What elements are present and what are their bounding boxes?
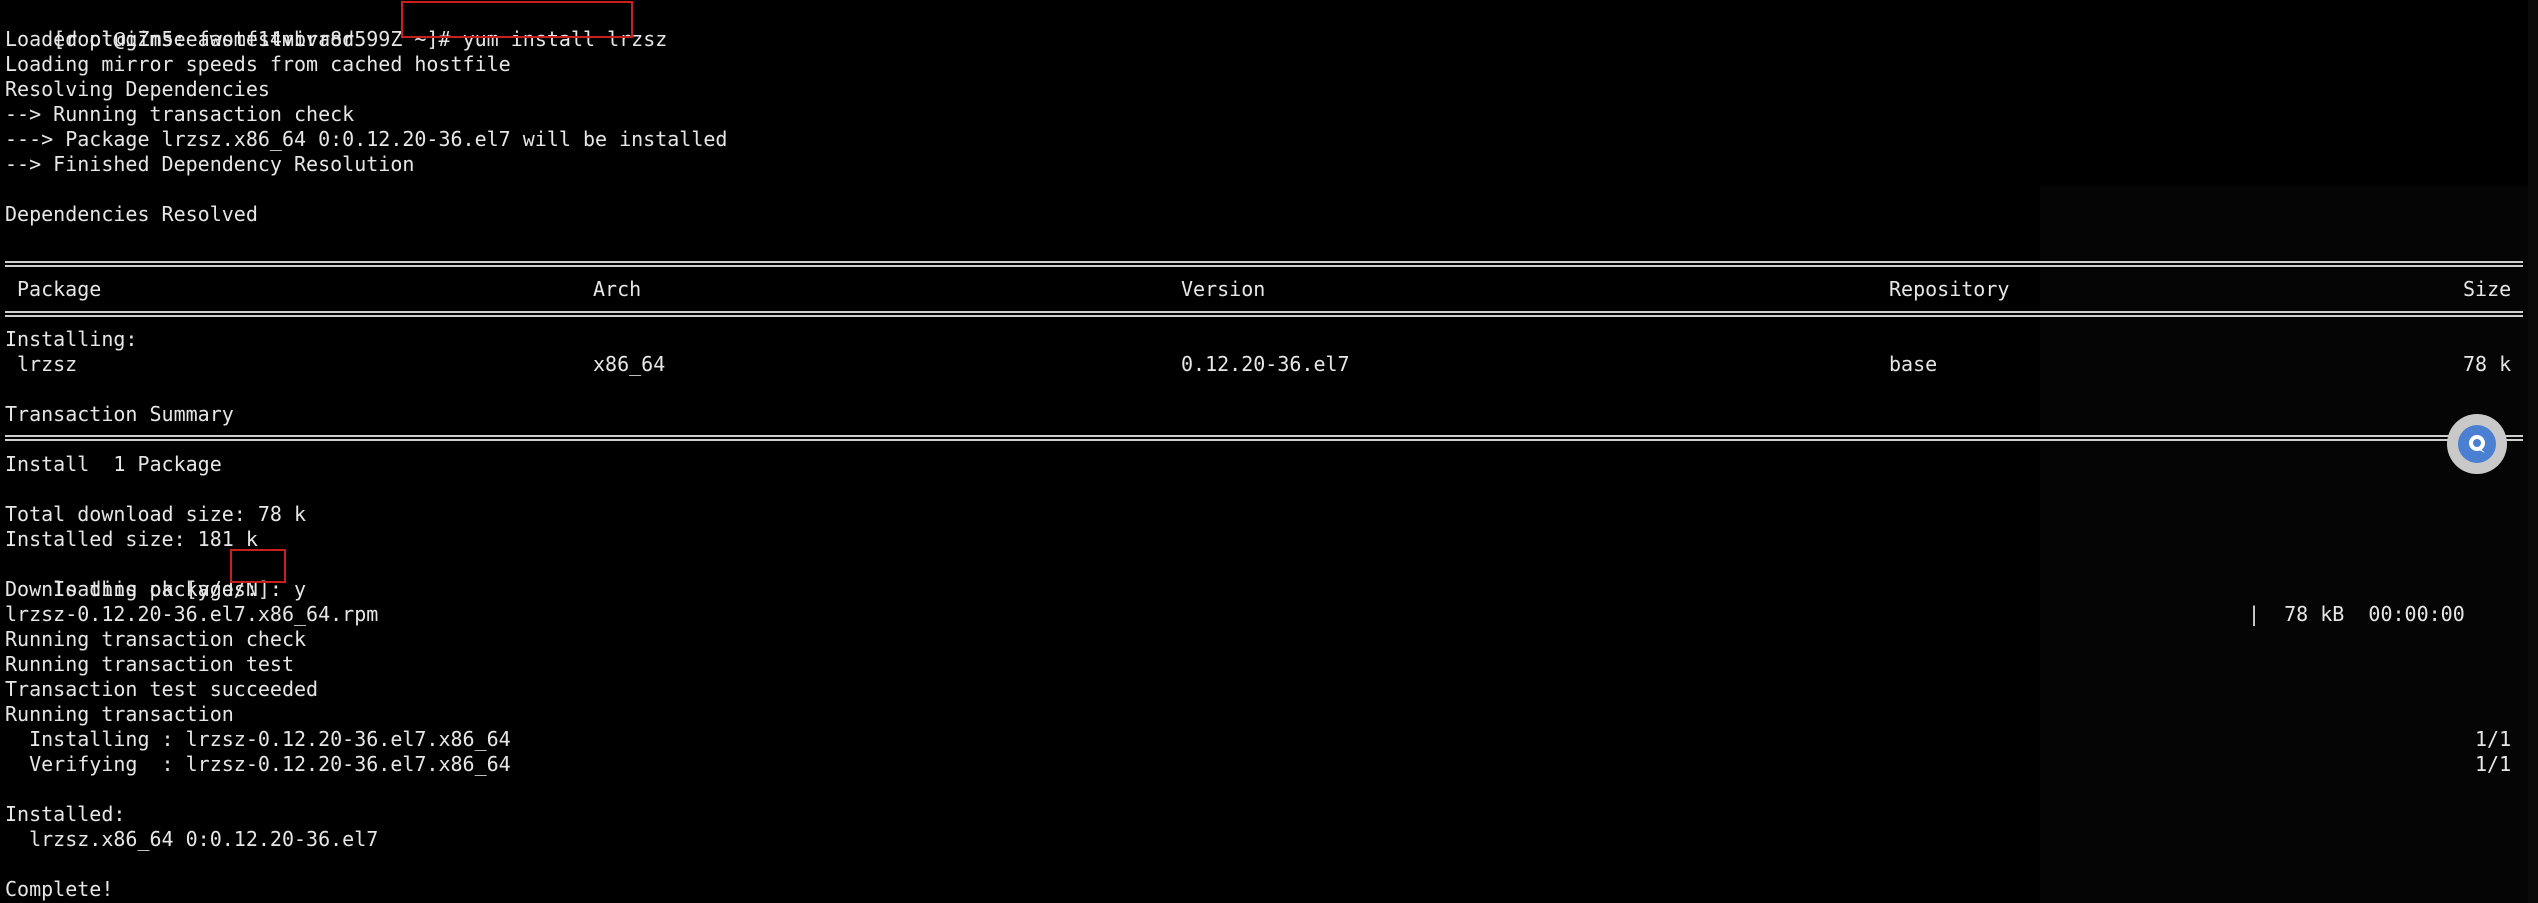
output-line: --> Running transaction check	[5, 102, 355, 126]
output-line: Resolving Dependencies	[5, 77, 270, 101]
step-verifying-count: 1/1	[2475, 752, 2512, 776]
step-verifying: Verifying : lrzsz-0.12.20-36.el7.x86_64	[5, 752, 511, 776]
output-line: Running transaction check	[5, 627, 307, 651]
installed-header: Installed:	[5, 802, 126, 826]
output-line: Loading mirror speeds from cached hostfi…	[5, 52, 511, 76]
output-line: Loaded plugins: fastestmirror	[5, 27, 355, 51]
table-cell-size: 78 k	[2463, 352, 2512, 376]
table-rule-header	[5, 311, 2523, 317]
output-line: Dependencies Resolved	[5, 202, 258, 226]
summary-title: Transaction Summary	[5, 402, 234, 426]
table-cell-package: lrzsz	[17, 352, 78, 376]
table-header-package: Package	[17, 277, 102, 301]
summary-download-size: Total download size: 78 k	[5, 502, 307, 526]
step-installing: Installing : lrzsz-0.12.20-36.el7.x86_64	[5, 727, 511, 751]
chat-bubble-icon	[2458, 425, 2496, 463]
output-line: ---> Package lrzsz.x86_64 0:0.12.20-36.e…	[5, 127, 728, 151]
output-line: Running transaction	[5, 702, 234, 726]
output-line: --> Finished Dependency Resolution	[5, 152, 415, 176]
table-cell-arch: x86_64	[593, 352, 666, 376]
table-section-label: Installing:	[5, 327, 138, 351]
confirm-answer: y	[294, 577, 307, 601]
table-header-version: Version	[1181, 277, 1266, 301]
table-header-arch: Arch	[593, 277, 642, 301]
table-cell-version: 0.12.20-36.el7	[1181, 352, 1350, 376]
summary-install: Install 1 Package	[5, 452, 222, 476]
table-header-repository: Repository	[1889, 277, 2010, 301]
floating-chat-button[interactable]	[2447, 414, 2507, 474]
download-stats: | 78 kB 00:00:00	[2248, 602, 2465, 626]
command-highlight-box	[401, 1, 633, 38]
output-line: Transaction test succeeded	[5, 677, 319, 701]
download-file: lrzsz-0.12.20-36.el7.x86_64.rpm	[5, 602, 379, 626]
complete-message: Complete!	[5, 877, 114, 901]
output-line: Running transaction test	[5, 652, 294, 676]
step-installing-count: 1/1	[2475, 727, 2512, 751]
table-cell-repository: base	[1889, 352, 1938, 376]
installed-package: lrzsz.x86_64 0:0.12.20-36.el7	[5, 827, 379, 851]
table-header-size: Size	[2463, 277, 2512, 301]
terminal-window[interactable]: [root@iZm5eeawomf14vbva8d599Z ~]# yum in…	[0, 0, 2538, 903]
download-header: Downloading packages:	[5, 577, 258, 601]
terminal-scrollbar[interactable]	[2528, 0, 2538, 903]
table-rule-top	[5, 261, 2523, 267]
table-rule-summary	[5, 435, 2523, 441]
summary-installed-size: Installed size: 181 k	[5, 527, 258, 551]
